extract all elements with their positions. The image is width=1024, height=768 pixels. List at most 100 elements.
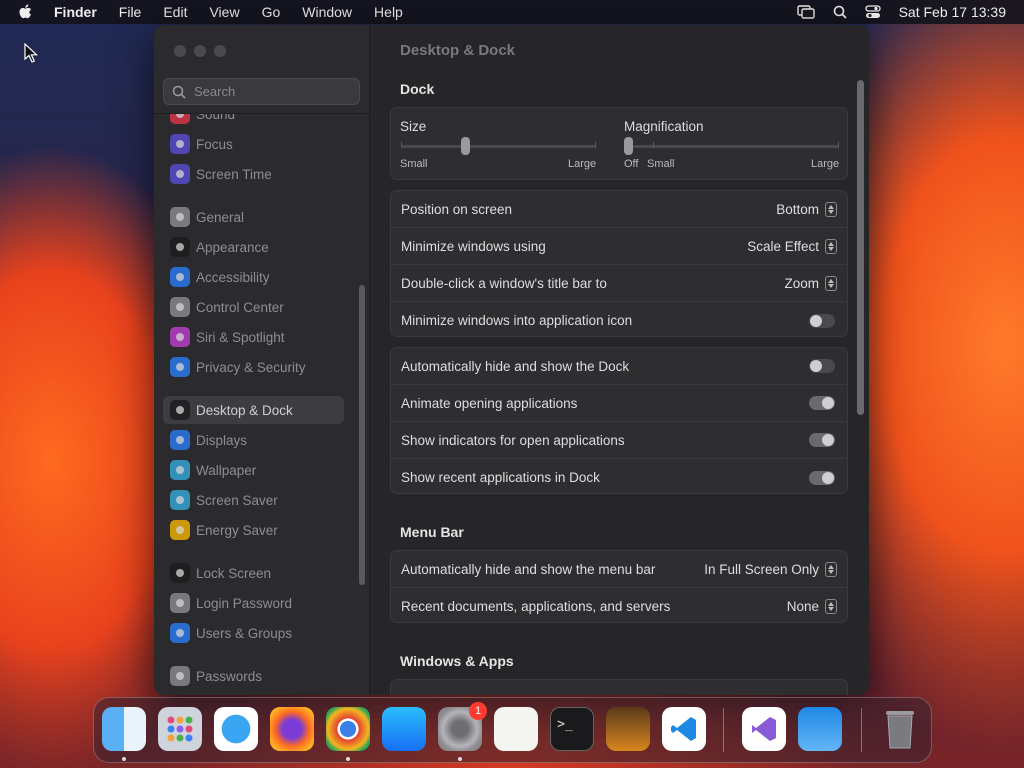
- textedit-icon[interactable]: [494, 707, 538, 751]
- launchpad-icon[interactable]: [158, 707, 202, 751]
- control-center-icon: [170, 297, 190, 317]
- visual-studio-icon[interactable]: [742, 707, 786, 751]
- section-title-windows-apps: Windows & Apps: [400, 653, 514, 669]
- lock-icon: [170, 593, 190, 613]
- menu-edit[interactable]: Edit: [163, 4, 187, 20]
- sidebar-item-desktop-dock[interactable]: Desktop & Dock: [163, 396, 344, 424]
- sidebar-item-siri-spotlight[interactable]: Siri & Spotlight: [163, 323, 344, 351]
- sidebar-item-wallpaper[interactable]: Wallpaper: [163, 456, 344, 484]
- dock-options-group-1: Position on screen Bottom Minimize windows…: [390, 190, 848, 337]
- hourglass-icon: [170, 164, 190, 184]
- toggle-switch[interactable]: [809, 359, 835, 373]
- sound-icon: [170, 114, 190, 124]
- menu-window[interactable]: Window: [302, 4, 352, 20]
- setting-label: Double-click a window's title bar to: [401, 275, 607, 291]
- size-slider-knob[interactable]: [461, 137, 471, 155]
- garageband-icon[interactable]: [606, 707, 650, 751]
- sidebar-item-label: Wallpaper: [196, 462, 257, 478]
- dock-separator: [723, 708, 724, 752]
- zoom-button[interactable]: [214, 45, 226, 57]
- popup-value: None: [786, 599, 819, 614]
- close-button[interactable]: [174, 45, 186, 57]
- menu-view[interactable]: View: [209, 4, 239, 20]
- vscode-icon[interactable]: [662, 707, 706, 751]
- sidebar-item-focus[interactable]: Focus: [163, 130, 344, 158]
- menu-file[interactable]: File: [119, 4, 142, 20]
- sidebar-item-accessibility[interactable]: Accessibility: [163, 263, 344, 291]
- sidebar-item-control-center[interactable]: Control Center: [163, 293, 344, 321]
- sidebar-item-users-groups[interactable]: Users & Groups: [163, 619, 344, 647]
- sidebar-item-label: Privacy & Security: [196, 359, 306, 375]
- magnification-slider-track[interactable]: [628, 145, 838, 148]
- app-store-icon[interactable]: [382, 707, 426, 751]
- sidebar-item-privacy-security[interactable]: Privacy & Security: [163, 353, 344, 381]
- screen-saver-icon: [170, 490, 190, 510]
- spotlight-search-icon[interactable]: [833, 5, 847, 19]
- sidebar-item-label: Login Password: [196, 595, 293, 611]
- trash-icon[interactable]: [878, 707, 922, 751]
- sidebar: Search Sound Focus Screen Time General Appea…: [154, 25, 370, 695]
- bulb-icon: [170, 520, 190, 540]
- popup-button[interactable]: None: [787, 599, 837, 614]
- setting-row: Show indicators for open applications: [391, 422, 847, 459]
- terminal-icon[interactable]: >_: [550, 707, 594, 751]
- safari-icon[interactable]: [214, 707, 258, 751]
- sidebar-item-passwords[interactable]: Passwords: [163, 662, 344, 690]
- sidebar-item-lock-screen[interactable]: Lock Screen: [163, 559, 344, 587]
- sidebar-item-appearance[interactable]: Appearance: [163, 233, 344, 261]
- content-scrollbar[interactable]: [857, 80, 864, 415]
- setting-row: Animate opening applications: [391, 385, 847, 422]
- toggle-switch[interactable]: [809, 433, 835, 447]
- setting-row: Position on screen Bottom: [391, 191, 847, 228]
- size-max-label: Large: [568, 158, 597, 170]
- menu-clock[interactable]: Sat Feb 17 13:39: [899, 4, 1006, 20]
- search-input[interactable]: Search: [163, 78, 360, 105]
- setting-label: Automatically hide and show the menu bar: [401, 561, 656, 577]
- sidebar-item-sound[interactable]: Sound: [163, 114, 344, 128]
- settings-content: Desktop & Dock Dock Size Small Large Mag…: [370, 25, 869, 695]
- sidebar-item-general[interactable]: General: [163, 203, 344, 231]
- setting-label: Show indicators for open applications: [401, 432, 625, 448]
- magnification-slider-knob[interactable]: [624, 137, 633, 155]
- sidebar-scrollbar[interactable]: [359, 285, 365, 585]
- control-center-icon[interactable]: [864, 5, 881, 19]
- finder-icon[interactable]: [102, 707, 146, 751]
- appearance-icon: [170, 237, 190, 257]
- popup-button[interactable]: Zoom: [784, 275, 837, 291]
- sidebar-item-screen-saver[interactable]: Screen Saver: [163, 486, 344, 514]
- sidebar-item-energy-saver[interactable]: Energy Saver: [163, 516, 344, 544]
- sidebar-item-displays[interactable]: Displays: [163, 426, 344, 454]
- gear-icon: [170, 207, 190, 227]
- menu-go[interactable]: Go: [262, 4, 281, 20]
- toggle-switch[interactable]: [809, 313, 835, 328]
- firefox-icon[interactable]: [270, 707, 314, 751]
- sidebar-item-label: Appearance: [196, 239, 269, 255]
- sidebar-item-login-password[interactable]: Login Password: [163, 589, 344, 617]
- page-title: Desktop & Dock: [400, 42, 516, 59]
- minimize-button[interactable]: [194, 45, 206, 57]
- weather-icon[interactable]: [798, 707, 842, 751]
- popup-button[interactable]: In Full Screen Only: [704, 561, 837, 577]
- sidebar-item-screen-time[interactable]: Screen Time: [163, 160, 344, 188]
- chevron-up-down-icon: [825, 238, 837, 254]
- apple-menu-icon[interactable]: [18, 3, 36, 21]
- menu-app-name[interactable]: Finder: [54, 4, 97, 20]
- chrome-icon[interactable]: [326, 707, 370, 751]
- popup-button[interactable]: Scale Effect: [747, 238, 837, 254]
- running-indicator: [458, 757, 462, 761]
- setting-row: Automatically hide and show the Dock: [391, 348, 847, 385]
- toggle-switch[interactable]: [809, 396, 835, 410]
- setting-row: Double-click a window's title bar to Zoom: [391, 265, 847, 302]
- setting-label: Minimize windows using: [401, 238, 546, 254]
- dock-icon: [170, 400, 190, 420]
- menu-help[interactable]: Help: [374, 4, 403, 20]
- popup-button[interactable]: Bottom: [776, 201, 837, 217]
- sidebar-item-label: Control Center: [196, 299, 284, 315]
- search-icon: [172, 85, 186, 99]
- toggle-switch[interactable]: [809, 470, 835, 485]
- size-slider-track[interactable]: [401, 145, 595, 148]
- sidebar-item-label: Lock Screen: [196, 565, 272, 581]
- screen-mirroring-icon[interactable]: [796, 5, 815, 19]
- setting-row: Minimize windows using Scale Effect: [391, 228, 847, 265]
- setting-label: Animate opening applications: [401, 395, 578, 411]
